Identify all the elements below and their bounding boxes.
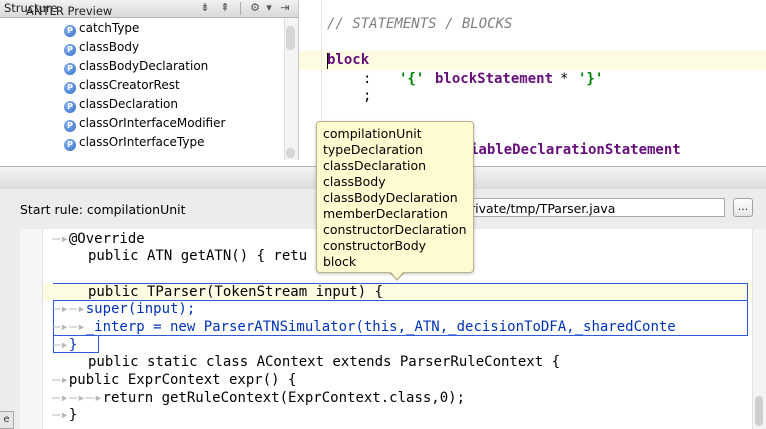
tree-item-label: classCreatorRest — [79, 78, 180, 92]
rule-stack-item[interactable]: compilationUnit — [323, 126, 467, 142]
parser-rule-icon: P — [64, 101, 76, 113]
popup-pointer-fill — [389, 270, 405, 279]
left-tool-strip — [0, 229, 20, 429]
tree-item[interactable]: PclassDeclaration — [64, 95, 178, 114]
tree-item[interactable]: PcatchType — [64, 19, 139, 38]
grammar-comment: // STATEMENTS / BLOCKS — [327, 16, 513, 32]
code-line: —▸@Override — [52, 231, 145, 247]
parser-rule-icon: P — [64, 63, 76, 75]
antlr-preview-title: ANTLR Preview — [26, 4, 113, 18]
gear-dropdown-icon[interactable]: ▾ — [262, 1, 276, 15]
grammar-star: * — [560, 71, 569, 87]
file-path-field[interactable]: rivate/tmp/TParser.java — [455, 198, 725, 217]
hide-icon[interactable]: ⇥ — [278, 1, 292, 15]
rule-stack-item[interactable]: block — [323, 254, 467, 270]
structure-scroll-thumb-lower[interactable] — [286, 148, 295, 158]
tree-item-label: classDeclaration — [79, 97, 178, 111]
start-rule-label: Start rule: compilationUnit — [20, 202, 186, 217]
code-line: —▸—▸—▸return getRuleContext(ExprContext.… — [52, 390, 466, 406]
tree-item-label: classOrInterfaceType — [79, 135, 205, 149]
tree-item-label: classBody — [79, 40, 140, 54]
grammar-rule-name: block — [327, 52, 370, 68]
text-caret — [327, 53, 328, 69]
collapse-all-icon[interactable]: ⇟ — [198, 1, 212, 15]
parser-rule-icon: P — [64, 120, 76, 132]
code-line: —▸—▸_interp = new ParserATNSimulator(thi… — [52, 319, 676, 335]
side-tool-tab[interactable]: e — [0, 411, 14, 429]
gear-icon[interactable]: ⚙ — [248, 1, 262, 15]
grammar-literal-close-brace: '}' — [578, 71, 604, 87]
parser-rule-icon: P — [64, 44, 76, 56]
tree-item[interactable]: PclassOrInterfaceType — [64, 133, 204, 152]
parser-rule-icon: P — [64, 139, 76, 151]
code-line: —▸} — [52, 337, 78, 353]
parser-rule-icon: P — [64, 25, 76, 37]
grammar-rule-reference: blockStatement — [435, 71, 554, 87]
grammar-semicolon: ; — [363, 88, 372, 104]
tree-item[interactable]: PclassCreatorRest — [64, 76, 180, 95]
parser-rule-icon: P — [64, 82, 76, 94]
code-line: public TParser(TokenStream input) { — [88, 284, 384, 300]
structure-tree: PcatchType PclassBody PclassBodyDeclarat… — [0, 18, 284, 160]
code-line: public ATN getATN() { retu — [88, 248, 308, 264]
rule-stack-popup: compilationUnit typeDeclaration classDec… — [316, 121, 474, 273]
grammar-literal-open-brace: '{' — [399, 71, 425, 87]
code-line: —▸} — [52, 407, 78, 423]
rule-stack-item[interactable]: classDeclaration — [323, 158, 467, 174]
code-line: —▸public ExprContext expr() { — [52, 372, 297, 388]
expand-all-icon[interactable]: ⇞ — [218, 1, 232, 15]
rule-stack-item[interactable]: memberDeclaration — [323, 206, 467, 222]
rule-stack-item[interactable]: constructorDeclaration — [323, 222, 467, 238]
rule-stack-item[interactable]: classBody — [323, 174, 467, 190]
tree-item-label: classBodyDeclaration — [79, 59, 209, 73]
tree-item[interactable]: PclassBody — [64, 38, 139, 57]
code-scroll-thumb[interactable] — [755, 396, 763, 426]
tree-item-label: catchType — [79, 21, 140, 35]
rule-stack-item[interactable]: typeDeclaration — [323, 142, 467, 158]
grammar-colon: : — [363, 71, 372, 87]
structure-scroll-thumb[interactable] — [286, 26, 295, 50]
code-line: —▸—▸super(input); — [52, 301, 196, 317]
tree-item[interactable]: PclassOrInterfaceModifier — [64, 114, 225, 133]
rule-stack-item[interactable]: classBodyDeclaration — [323, 190, 467, 206]
browse-button[interactable]: ... — [733, 198, 753, 217]
tree-item[interactable]: PclassBodyDeclaration — [64, 57, 208, 76]
code-line: public static class AContext extends Par… — [88, 354, 561, 370]
header-divider — [240, 2, 241, 15]
rule-stack-item[interactable]: constructorBody — [323, 238, 467, 254]
code-gutter — [20, 229, 43, 429]
tree-item-label: classOrInterfaceModifier — [79, 116, 226, 130]
grammar-partial-rule: iableDeclarationStatement — [470, 142, 681, 158]
rule-stack-list: compilationUnit typeDeclaration classDec… — [323, 126, 467, 270]
